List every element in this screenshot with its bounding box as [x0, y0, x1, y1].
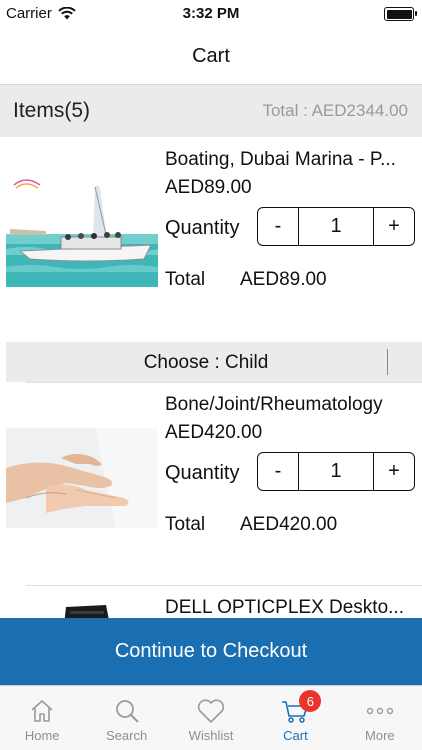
- tab-bar: Home Search Wishlist 6 Cart More: [0, 685, 422, 750]
- cart-count-badge: 6: [299, 690, 322, 712]
- item-total-value: AED89.00: [240, 269, 327, 290]
- page-title: Cart: [192, 45, 230, 67]
- cart-list[interactable]: Boating, Dubai Marina - P... AED89.00 Qu…: [0, 137, 422, 618]
- increase-quantity-button[interactable]: +: [374, 208, 414, 245]
- cart-item: Bone/Joint/Rheumatology AED420.00 Quanti…: [0, 382, 422, 557]
- tab-wishlist[interactable]: Wishlist: [169, 686, 253, 750]
- option-divider: [387, 349, 388, 375]
- cart-total: Total : AED2344.00: [262, 101, 408, 120]
- item-price: AED89.00: [165, 177, 252, 198]
- quantity-label: Quantity: [165, 217, 240, 239]
- item-price: AED420.00: [165, 422, 263, 443]
- choose-option-label: Choose : Child: [143, 352, 269, 373]
- decrease-quantity-button[interactable]: -: [258, 208, 298, 245]
- item-name[interactable]: Bone/Joint/Rheumatology: [165, 394, 415, 416]
- cart-item: Boating, Dubai Marina - P... AED89.00 Qu…: [0, 137, 422, 312]
- tab-label: Search: [106, 728, 148, 743]
- navigation-bar: Cart: [0, 28, 422, 85]
- tab-label: Home: [24, 728, 60, 743]
- item-total-label: Total: [165, 514, 206, 535]
- item-total-value: AED420.00: [240, 514, 338, 535]
- item-name[interactable]: DELL OPTICPLEX Deskto...: [165, 597, 415, 618]
- quantity-stepper: - 1 +: [257, 207, 415, 246]
- cart-item: DELL OPTICPLEX Deskto...: [0, 585, 422, 618]
- quantity-value[interactable]: 1: [298, 208, 374, 245]
- choose-option-bar[interactable]: Choose : Child: [6, 342, 422, 382]
- quantity-label: Quantity: [165, 462, 240, 484]
- cart-summary: Items(5) Total : AED2344.00: [0, 85, 422, 137]
- more-icon: [364, 696, 396, 726]
- battery-icon: [384, 7, 417, 21]
- tab-search[interactable]: Search: [84, 686, 168, 750]
- home-icon: [26, 696, 58, 726]
- increase-quantity-button[interactable]: +: [374, 453, 414, 490]
- tab-label: More: [365, 728, 395, 743]
- tab-more[interactable]: More: [338, 686, 422, 750]
- items-count: Items(5): [13, 99, 91, 122]
- search-icon: [111, 696, 143, 726]
- desktop-image: [6, 605, 158, 618]
- tab-home[interactable]: Home: [0, 686, 84, 750]
- tab-label: Cart: [283, 728, 308, 743]
- item-total-label: Total: [165, 269, 206, 290]
- tab-cart[interactable]: 6 Cart: [253, 686, 337, 750]
- status-bar: Carrier 3:32 PM: [0, 0, 422, 28]
- continue-to-checkout-button[interactable]: Continue to Checkout: [0, 618, 422, 685]
- quantity-value[interactable]: 1: [298, 453, 374, 490]
- hands-image: [6, 428, 158, 536]
- boat-image: [6, 179, 158, 287]
- quantity-stepper: - 1 +: [257, 452, 415, 491]
- clock: 3:32 PM: [182, 5, 240, 22]
- tab-label: Wishlist: [188, 728, 234, 743]
- decrease-quantity-button[interactable]: -: [258, 453, 298, 490]
- item-name[interactable]: Boating, Dubai Marina - P...: [165, 149, 415, 171]
- heart-icon: [195, 696, 227, 726]
